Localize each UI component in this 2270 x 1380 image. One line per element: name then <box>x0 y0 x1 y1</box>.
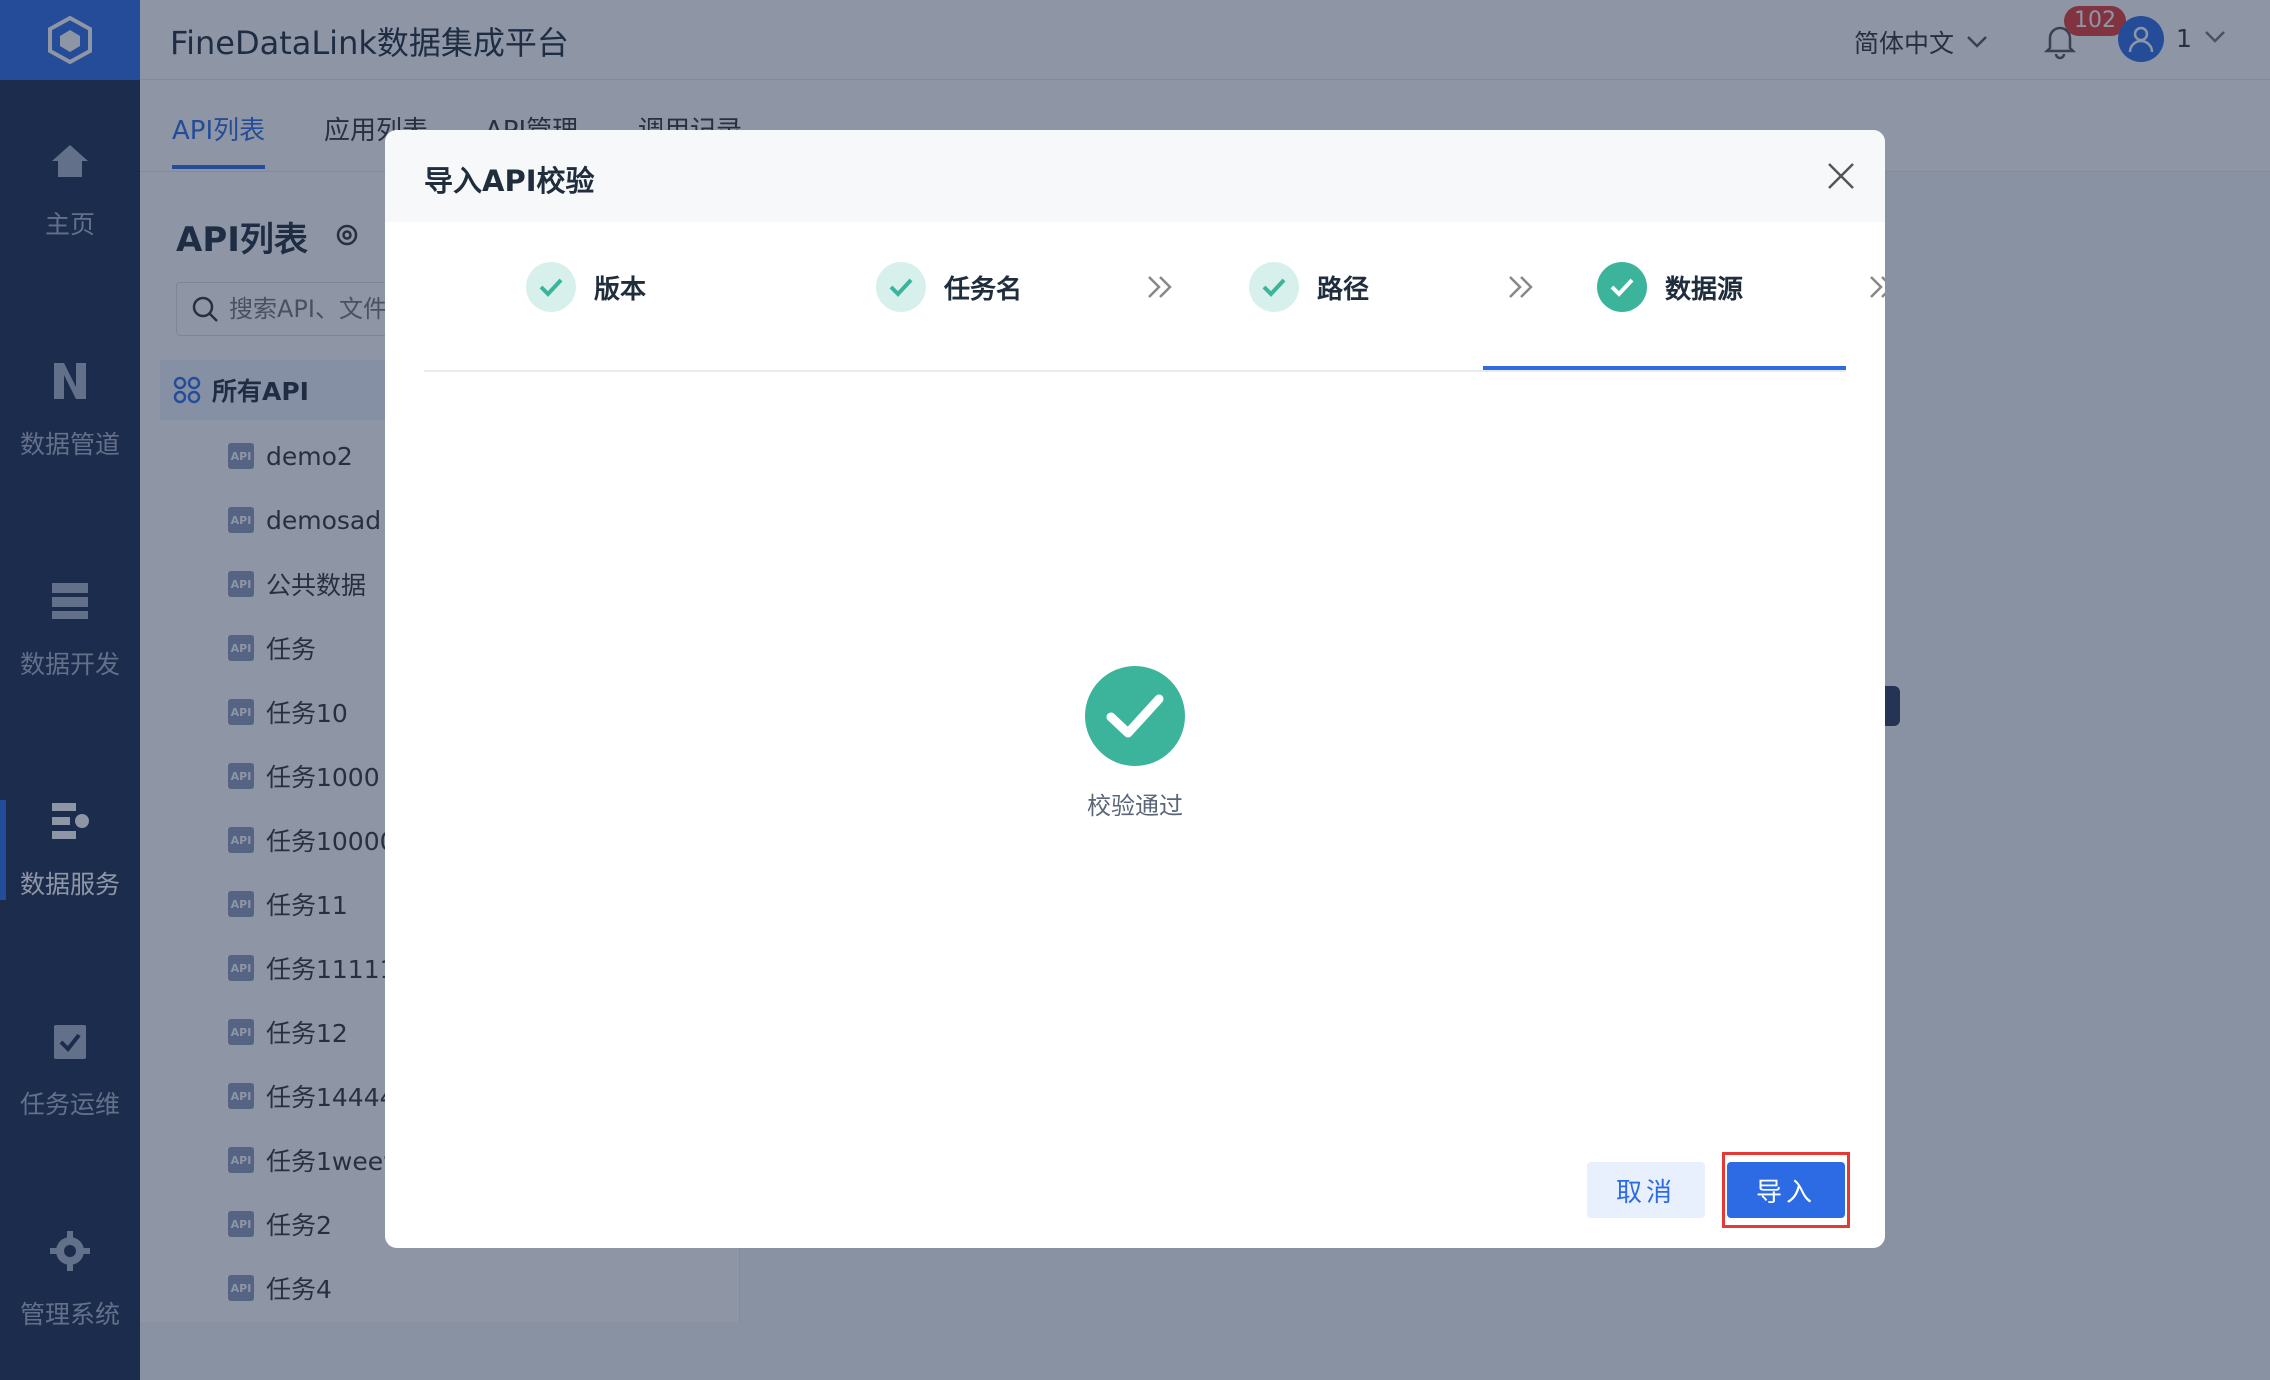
double-chevron-right-icon <box>1148 276 1172 298</box>
success-check-icon <box>1085 666 1185 766</box>
step-check-icon <box>526 262 576 312</box>
dialog-header: 导入API校验 <box>385 130 1885 222</box>
step-indicator: 版本 任务名 路径 数据源 <box>424 222 1885 372</box>
dialog-title: 导入API校验 <box>424 164 595 198</box>
step-datasource[interactable]: 数据源 <box>1597 262 1743 312</box>
validation-result-text: 校验通过 <box>1087 792 1183 820</box>
step-check-icon <box>1249 262 1299 312</box>
validation-result: 校验通过 <box>385 666 1885 821</box>
double-chevron-right-icon <box>1509 276 1533 298</box>
step-check-icon <box>876 262 926 312</box>
step-task-name[interactable]: 任务名 <box>876 262 1022 312</box>
step-version[interactable]: 版本 <box>526 262 646 312</box>
cancel-button[interactable]: 取消 <box>1587 1162 1705 1218</box>
active-step-underline <box>1483 366 1846 370</box>
step-path[interactable]: 路径 <box>1249 262 1369 312</box>
double-chevron-right-icon <box>1870 276 1885 298</box>
close-icon[interactable] <box>1825 160 1857 192</box>
import-api-dialog: 导入API校验 版本 任务名 路径 数据源 校验通过 取消 导入 <box>385 130 1885 1248</box>
step-check-icon <box>1597 262 1647 312</box>
import-button[interactable]: 导入 <box>1727 1162 1845 1218</box>
